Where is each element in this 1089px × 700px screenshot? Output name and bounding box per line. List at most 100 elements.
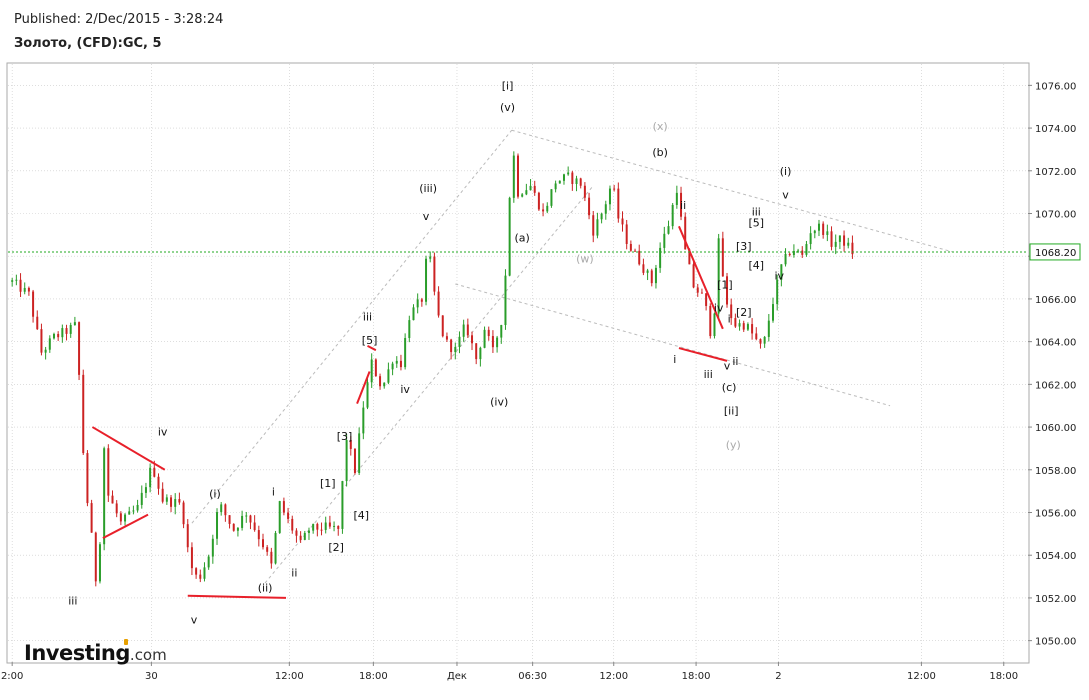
candle-body	[211, 538, 214, 557]
candle-body	[466, 324, 469, 336]
candle-body	[822, 223, 825, 235]
x-tick-label: 2:00	[1, 671, 23, 682]
candle-body	[78, 322, 81, 375]
x-tick-label: 12:00	[907, 671, 936, 682]
candle-body	[337, 525, 340, 529]
candle-body	[404, 338, 407, 368]
candle-body	[772, 304, 774, 321]
candle-body	[303, 532, 306, 540]
candle-body	[634, 250, 637, 252]
candle-body	[579, 178, 582, 186]
candle-body	[370, 359, 373, 383]
candle-body	[571, 172, 574, 184]
candle-body	[374, 359, 377, 377]
candle-body	[170, 497, 173, 507]
candle-body	[220, 504, 223, 513]
candle-body	[441, 315, 444, 337]
candle-body	[69, 324, 72, 334]
wave-label: (w)	[576, 253, 594, 266]
candle-body	[412, 307, 415, 321]
candle-body	[299, 535, 302, 540]
candle-body	[36, 316, 39, 330]
candle-body	[408, 320, 411, 339]
wave-label: iii	[752, 206, 761, 219]
wave-label: [4]	[748, 259, 764, 272]
candle-body	[588, 197, 591, 216]
candle-body	[48, 338, 51, 350]
candle-body	[521, 194, 524, 197]
wave-label: ii	[680, 199, 686, 212]
candle-body	[562, 174, 565, 181]
candle-body	[362, 407, 365, 434]
candle-body	[851, 242, 854, 255]
candle-body	[19, 279, 22, 292]
plot-frame	[6, 62, 1030, 664]
y-tick-label: 1058.00	[1035, 466, 1076, 477]
candle-body	[713, 313, 716, 337]
wave-label: v	[782, 189, 789, 202]
candle-body	[491, 336, 494, 348]
candle-body	[759, 339, 762, 344]
candle-body	[32, 291, 35, 317]
candle-body	[52, 333, 55, 339]
candle-body	[483, 329, 486, 348]
wave-label: i	[673, 353, 676, 366]
candle-body	[379, 376, 382, 387]
candle-body	[692, 264, 695, 288]
candle-body	[228, 515, 231, 524]
wave-label: [2]	[328, 541, 344, 554]
wave-label: (b)	[652, 146, 668, 159]
candle-body	[458, 336, 461, 347]
candle-body	[44, 349, 47, 353]
candle-body	[420, 299, 423, 302]
candle-body	[324, 522, 327, 530]
wave-label: [i]	[502, 80, 514, 93]
candle-body	[245, 515, 248, 517]
y-tick-label: 1050.00	[1035, 637, 1076, 648]
y-tick-label: 1076.00	[1035, 81, 1076, 92]
y-axis: 1050.00 1052.00 1054.00 1056.00 1058.00 1060.…	[1028, 81, 1076, 648]
candle-body	[433, 256, 436, 292]
candle-body	[625, 224, 628, 244]
y-tick-label: 1052.00	[1035, 594, 1076, 605]
candle-body	[600, 213, 603, 220]
wave-label: iv	[158, 426, 168, 439]
candle-body	[554, 183, 557, 190]
candle-body	[199, 574, 202, 579]
candle-body	[809, 233, 812, 245]
candle-body	[425, 258, 428, 302]
wave-label: [1]	[320, 477, 336, 490]
candle-body	[57, 333, 60, 338]
candle-body	[608, 188, 611, 205]
candle-body	[111, 495, 114, 504]
candle-body	[144, 487, 147, 493]
candle-body	[11, 280, 14, 282]
candle-body	[291, 518, 294, 531]
candle-body	[190, 547, 193, 569]
candle-body	[86, 453, 89, 504]
wave-label: [5]	[362, 334, 378, 347]
x-tick-label: 18:00	[682, 671, 711, 682]
x-tick-label: Дек	[447, 671, 467, 682]
current-price-tag: 1068.20	[1029, 243, 1081, 261]
candle-body	[558, 180, 561, 184]
candle-body	[525, 190, 528, 195]
candle-body	[128, 511, 131, 515]
x-tick-label: 18:00	[359, 671, 388, 682]
candle-body	[512, 155, 515, 198]
candle-body	[241, 515, 244, 528]
candle-body	[15, 279, 18, 281]
candle-body	[345, 440, 348, 482]
candle-body	[232, 523, 235, 531]
candle-body	[328, 522, 331, 527]
wave-label: (y)	[726, 438, 741, 451]
wave-label: (x)	[653, 120, 668, 133]
wave-label: [4]	[353, 509, 369, 522]
candle-body	[103, 448, 106, 545]
candle-body	[621, 218, 624, 225]
candle-body	[312, 523, 315, 531]
candle-body	[847, 242, 850, 246]
y-tick-label: 1074.00	[1035, 124, 1076, 135]
candle-body	[132, 510, 135, 512]
candle-body	[253, 522, 256, 531]
